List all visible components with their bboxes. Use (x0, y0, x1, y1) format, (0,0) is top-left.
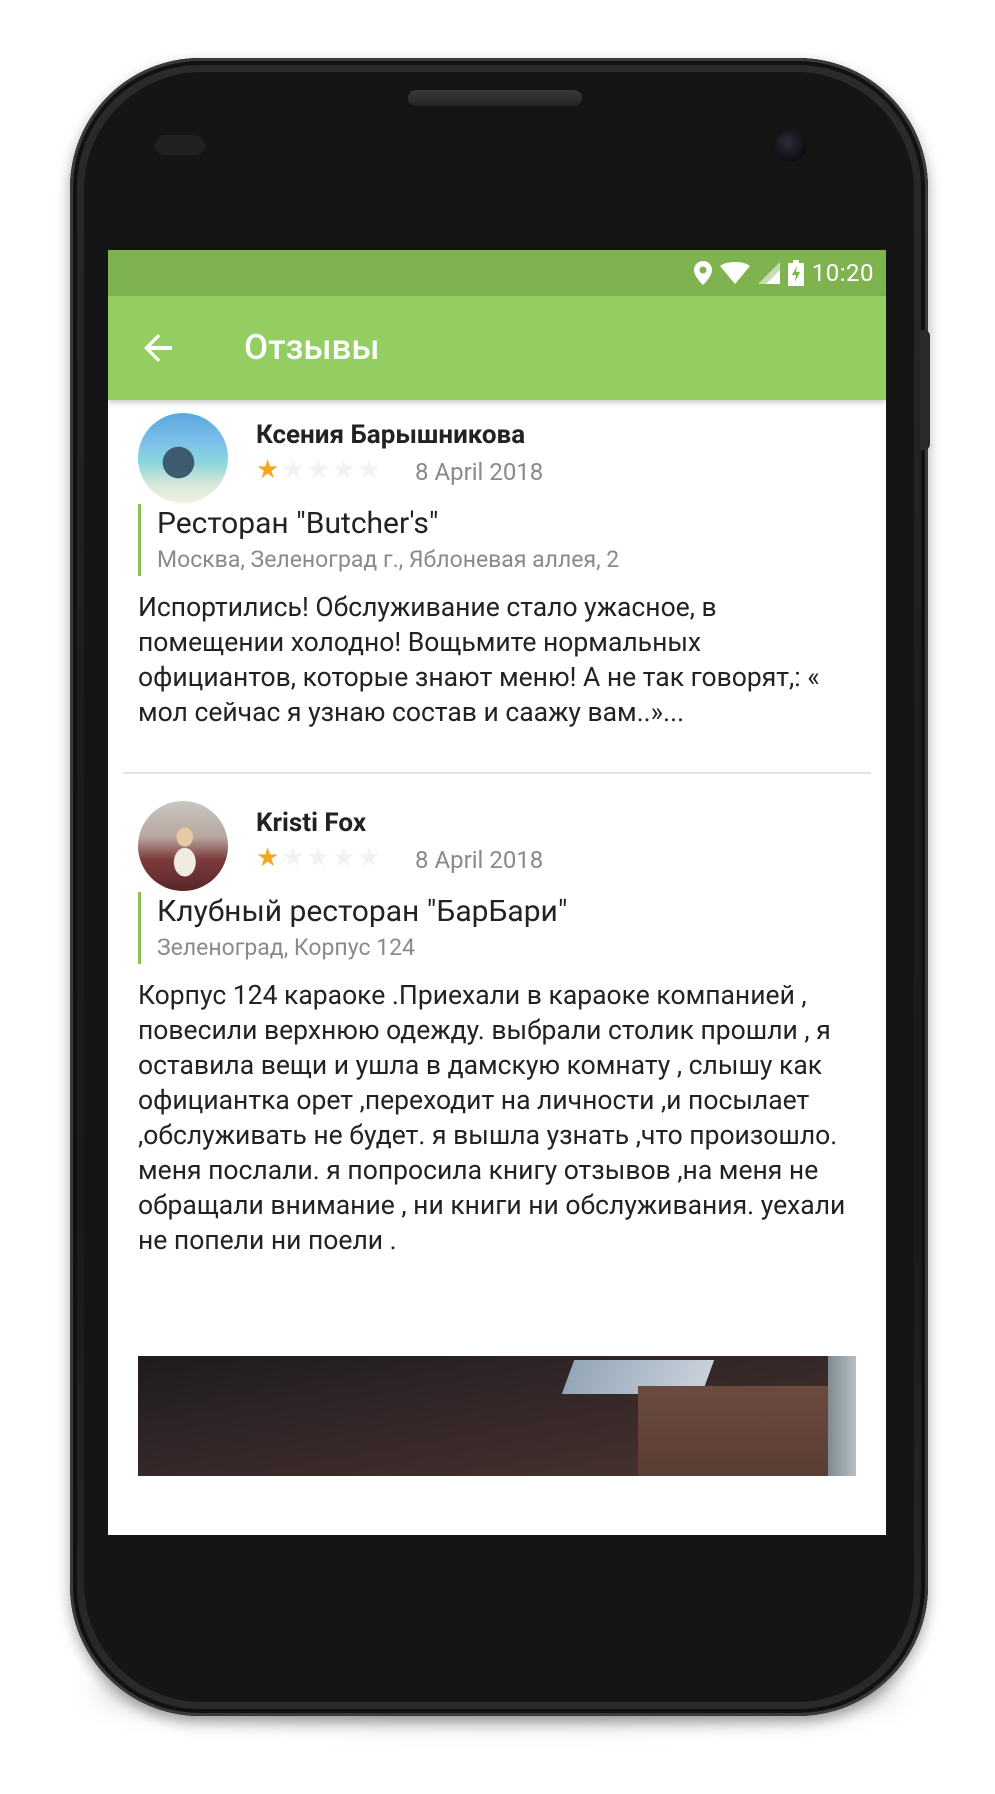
photo-detail (638, 1386, 856, 1476)
rating-stars: ★ ★ ★ ★ ★ (256, 845, 381, 871)
proximity-sensor (155, 135, 205, 155)
signal-icon (757, 262, 780, 284)
rating-stars: ★ ★ ★ ★ ★ (256, 457, 381, 483)
battery-charging-icon (787, 260, 804, 286)
power-button (920, 330, 930, 450)
star-filled-icon: ★ (256, 455, 280, 485)
star-empty-icon: ★ (306, 455, 330, 485)
place-address: Москва, Зеленоград г., Яблоневая аллея, … (157, 546, 620, 573)
divider (123, 772, 871, 774)
page-title: Отзывы (244, 327, 380, 368)
star-filled-icon: ★ (256, 843, 280, 873)
review-text: Корпус 124 караоке .Приехали в караоке к… (138, 980, 846, 1256)
review-author[interactable]: Ксения Барышникова (256, 420, 525, 450)
review-date: 8 April 2018 (415, 846, 544, 874)
review-photo[interactable] (138, 1356, 856, 1476)
review-date: 8 April 2018 (415, 458, 544, 486)
star-empty-icon: ★ (331, 843, 356, 873)
review-author[interactable]: Kristi Fox (256, 808, 366, 838)
avatar[interactable] (138, 801, 228, 891)
place-name[interactable]: Ресторан "Butcher's" (157, 504, 857, 544)
status-bar: 10:20 (108, 250, 886, 296)
star-empty-icon: ★ (306, 843, 330, 873)
status-icons: 10:20 (693, 250, 874, 296)
front-camera (775, 130, 807, 162)
status-time: 10:20 (811, 259, 874, 287)
star-empty-icon: ★ (281, 843, 305, 873)
location-icon (693, 261, 712, 285)
star-empty-icon: ★ (357, 843, 381, 873)
app-bar: Отзывы (108, 296, 886, 400)
place-address: Зеленоград, Корпус 124 (157, 934, 415, 961)
star-empty-icon: ★ (281, 455, 305, 485)
place-name[interactable]: Клубный ресторан "БарБари" (157, 892, 857, 932)
review-text: Испортились! Обслуживание стало ужасное,… (138, 592, 820, 728)
app-screen: 10:20 Отзывы Ксения Барышникова ★ ★ ★ ★ … (108, 250, 886, 1535)
place-block[interactable]: Клубный ресторан "БарБари" Зеленоград, К… (138, 892, 857, 964)
star-empty-icon: ★ (331, 455, 356, 485)
arrow-back-icon[interactable] (136, 326, 180, 370)
wifi-icon (719, 262, 750, 284)
star-empty-icon: ★ (357, 455, 381, 485)
earpiece-speaker (408, 90, 582, 106)
avatar[interactable] (138, 413, 228, 503)
device-frame-stage: 10:20 Отзывы Ксения Барышникова ★ ★ ★ ★ … (0, 0, 995, 1794)
photo-detail (828, 1356, 856, 1476)
place-block[interactable]: Ресторан "Butcher's" Москва, Зеленоград … (138, 504, 857, 576)
